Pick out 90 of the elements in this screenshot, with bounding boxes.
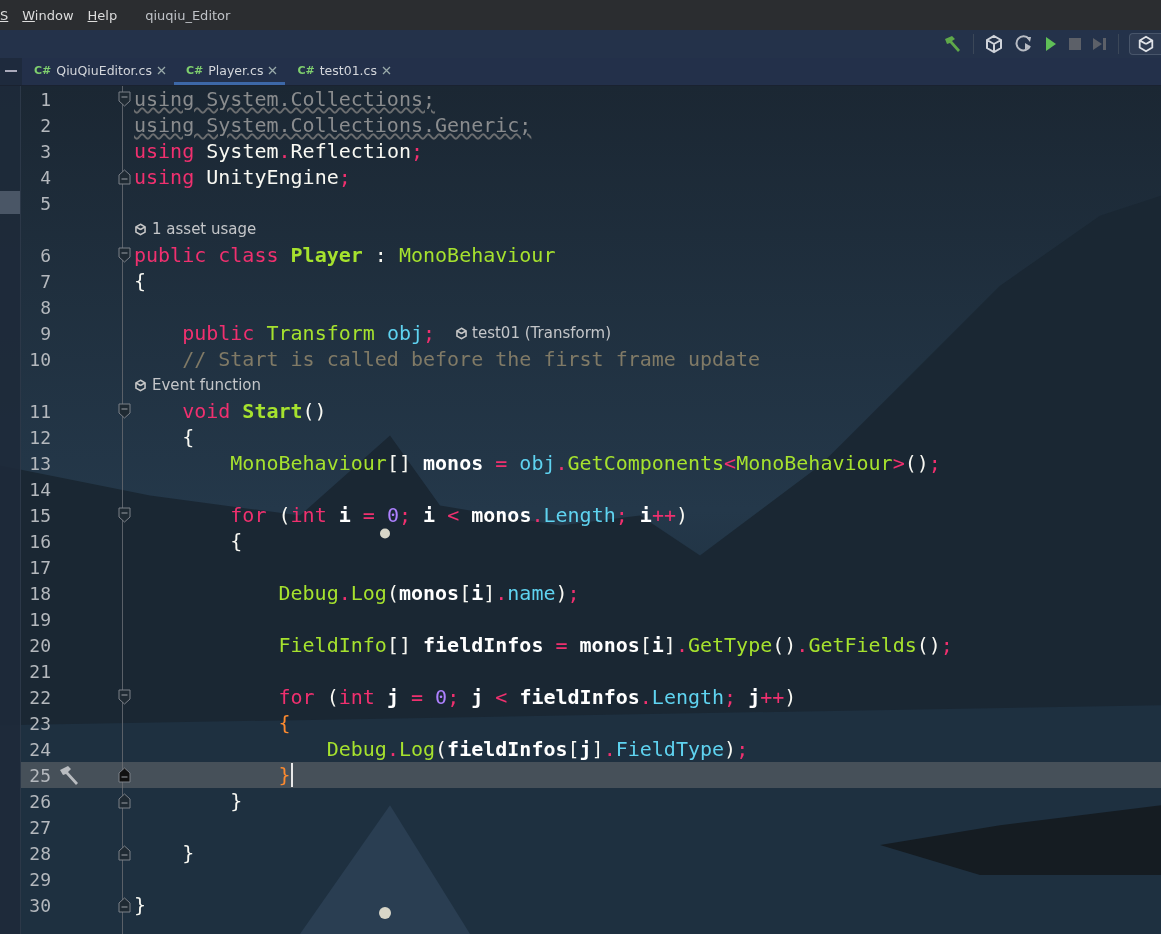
line-number: 5 bbox=[39, 192, 51, 214]
code-vision-hint[interactable]: Event function bbox=[152, 376, 261, 394]
close-icon[interactable] bbox=[268, 65, 278, 75]
line-number: 27 bbox=[28, 816, 51, 838]
editor-tab[interactable]: C# test01.cs bbox=[285, 58, 399, 85]
unity-logo-icon bbox=[134, 222, 147, 236]
code-line: Debug.Log(fieldInfos[j].FieldType); bbox=[325, 737, 749, 761]
hammer-icon[interactable] bbox=[943, 35, 963, 53]
line-number: 18 bbox=[28, 582, 51, 604]
line-number: 6 bbox=[39, 244, 51, 266]
fold-marker-icon[interactable] bbox=[117, 403, 131, 419]
close-icon[interactable] bbox=[381, 65, 391, 75]
code-line: using System.Collections; bbox=[134, 87, 436, 111]
code-line: } bbox=[181, 841, 195, 865]
fold-marker-icon[interactable] bbox=[117, 897, 131, 913]
line-number: 26 bbox=[28, 790, 51, 812]
play-icon[interactable] bbox=[1044, 36, 1058, 52]
fold-marker-icon[interactable] bbox=[117, 845, 131, 861]
hammer-icon[interactable] bbox=[57, 764, 81, 786]
code-line: { bbox=[277, 711, 291, 735]
menu-item[interactable]: S bbox=[0, 7, 9, 23]
code-line: Debug.Log(monos[i].name); bbox=[277, 581, 580, 605]
refresh-icon[interactable] bbox=[1014, 34, 1034, 54]
code-line: public class Player : MonoBehaviour bbox=[134, 243, 556, 267]
code-line: { bbox=[229, 529, 243, 553]
code-vision-hint[interactable]: 1 asset usage bbox=[152, 220, 257, 238]
code-line: MonoBehaviour[] monos = obj.GetComponents<MonoBehaviour>(); bbox=[229, 451, 941, 475]
unity-button[interactable] bbox=[1129, 33, 1161, 55]
line-number: 17 bbox=[28, 556, 51, 578]
line-number: 29 bbox=[28, 868, 51, 890]
line-number: 25 bbox=[28, 764, 51, 786]
line-number: 20 bbox=[28, 634, 51, 656]
line-number: 22 bbox=[28, 686, 51, 708]
fold-marker-icon[interactable] bbox=[117, 247, 131, 263]
code-line: using UnityEngine; bbox=[134, 165, 351, 189]
fold-marker-icon[interactable] bbox=[117, 689, 131, 705]
code-line: void Start() bbox=[181, 399, 327, 423]
code-line: { bbox=[181, 425, 195, 449]
step-icon[interactable] bbox=[1092, 37, 1108, 51]
csharp-file-icon: C# bbox=[34, 63, 52, 77]
line-number: 8 bbox=[39, 296, 51, 318]
line-number: 12 bbox=[28, 426, 51, 448]
unity-logo-icon bbox=[455, 326, 469, 340]
line-number: 13 bbox=[28, 452, 51, 474]
code-line: using System.Collections.Generic; bbox=[134, 113, 532, 137]
fold-marker-icon[interactable] bbox=[117, 91, 131, 107]
code-line: FieldInfo[] fieldInfos = monos[i].GetType().GetFields(); bbox=[277, 633, 953, 657]
menu-item[interactable]: Window bbox=[22, 7, 74, 23]
code-line: } bbox=[229, 789, 243, 813]
code-line: } bbox=[277, 763, 291, 787]
code-line: { bbox=[134, 269, 147, 293]
line-number: 9 bbox=[39, 322, 51, 344]
line-number: 7 bbox=[39, 270, 51, 292]
csharp-file-icon: C# bbox=[297, 63, 315, 77]
line-number: 10 bbox=[28, 348, 51, 370]
line-number: 23 bbox=[28, 712, 51, 734]
code-line: public Transform obj; bbox=[181, 321, 436, 345]
unity-logo-icon bbox=[134, 378, 147, 392]
line-number: 21 bbox=[28, 660, 51, 682]
line-number: 19 bbox=[28, 608, 51, 630]
fold-marker-icon[interactable] bbox=[117, 793, 131, 809]
fold-marker-icon[interactable] bbox=[117, 507, 131, 523]
line-number: 15 bbox=[28, 504, 51, 526]
unity-logo-icon[interactable] bbox=[984, 34, 1004, 54]
line-number: 1 bbox=[39, 88, 51, 110]
menu-item[interactable]: Help bbox=[87, 7, 118, 23]
line-number: 11 bbox=[28, 400, 51, 422]
fold-marker-icon[interactable] bbox=[117, 169, 131, 185]
window-title: qiuqiu_Editor bbox=[145, 7, 231, 23]
code-line: for (int j = 0; j < fieldInfos.Length; j++) bbox=[277, 685, 797, 709]
code-line: for (int i = 0; i < monos.Length; i++) bbox=[229, 503, 688, 527]
code-line: } bbox=[134, 893, 147, 917]
line-number: 28 bbox=[28, 842, 51, 864]
line-number: 2 bbox=[39, 114, 51, 136]
stop-icon[interactable] bbox=[1068, 37, 1082, 51]
text-cursor bbox=[290, 763, 293, 787]
line-number: 3 bbox=[39, 140, 51, 162]
line-number: 4 bbox=[39, 166, 51, 188]
code-line: using System.Reflection; bbox=[134, 139, 424, 163]
code-line: // Start is called before the first frame update bbox=[181, 347, 761, 371]
line-number: 14 bbox=[28, 478, 51, 500]
close-icon[interactable] bbox=[157, 65, 166, 75]
editor-tab[interactable]: C# QiuQiuEditor.cs bbox=[22, 58, 174, 85]
line-number: 24 bbox=[28, 738, 51, 760]
csharp-file-icon: C# bbox=[186, 63, 204, 77]
line-number: 30 bbox=[28, 894, 51, 916]
line-number: 16 bbox=[28, 530, 51, 552]
inlay-hint[interactable]: test01 (Transform) bbox=[472, 324, 612, 342]
minimize-icon[interactable] bbox=[5, 70, 17, 73]
fold-marker-icon[interactable] bbox=[117, 767, 131, 783]
